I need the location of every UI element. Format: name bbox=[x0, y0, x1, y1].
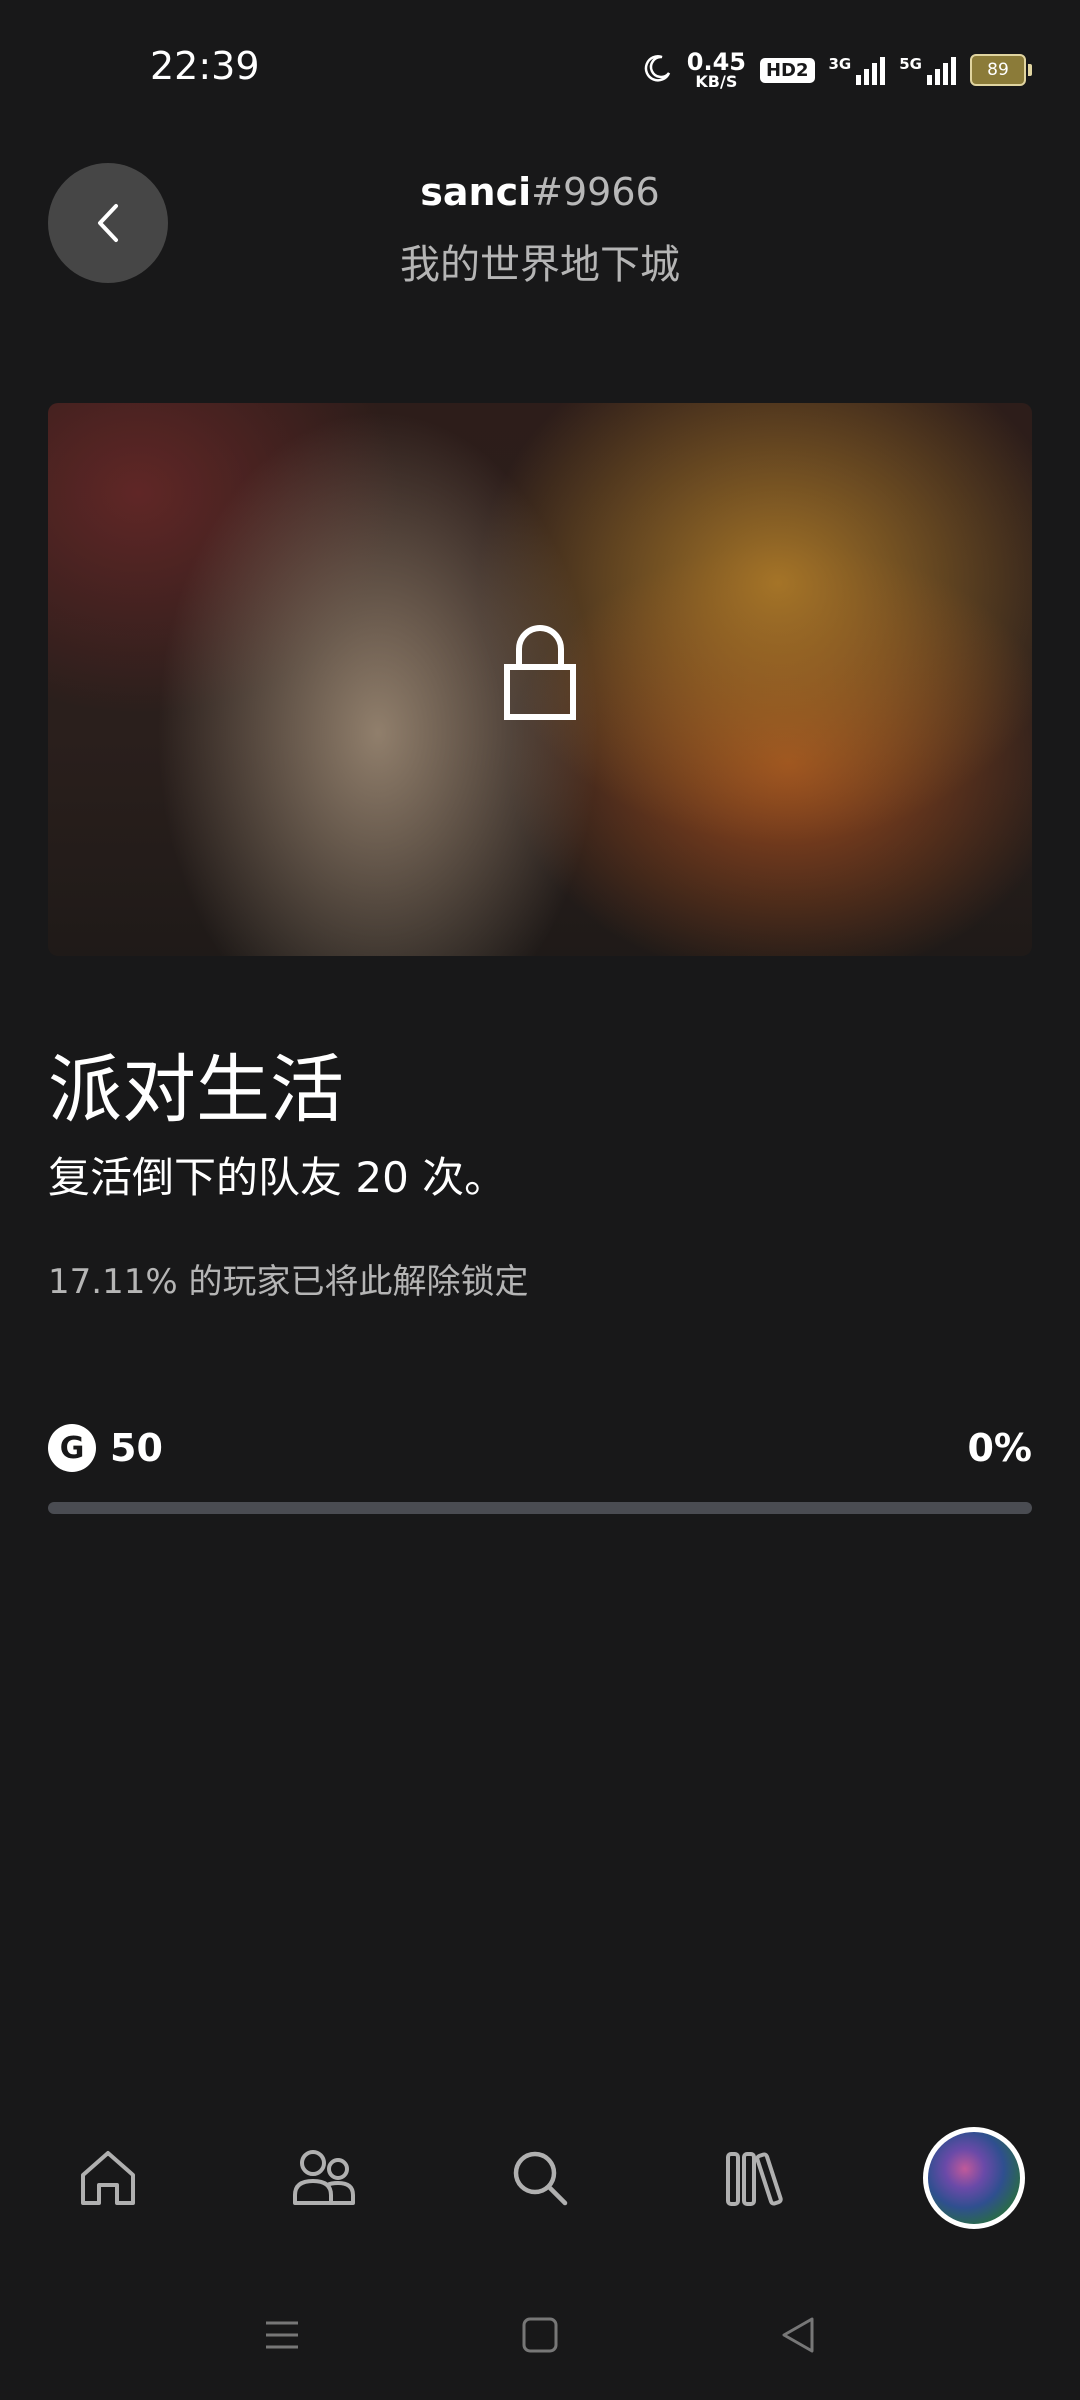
nav-home[interactable] bbox=[38, 2108, 178, 2248]
battery-level: 89 bbox=[970, 54, 1026, 86]
system-nav bbox=[0, 2290, 1080, 2380]
friends-icon bbox=[293, 2150, 355, 2205]
moon-icon bbox=[643, 53, 673, 87]
achievement-image bbox=[48, 403, 1032, 956]
gamerscore-value: 50 bbox=[110, 1426, 163, 1470]
signal-icon-2: 5G bbox=[899, 55, 956, 85]
gamerscore-icon: G bbox=[48, 1424, 96, 1472]
search-icon bbox=[513, 2151, 568, 2206]
library-icon bbox=[726, 2152, 783, 2206]
profile-avatar bbox=[923, 2127, 1025, 2229]
signal-icon: 3G bbox=[829, 55, 886, 85]
nav-library[interactable] bbox=[686, 2108, 826, 2248]
nav-friends[interactable] bbox=[254, 2108, 394, 2248]
battery-icon: 89 bbox=[970, 54, 1032, 86]
hd-badge: HD2 bbox=[759, 57, 815, 83]
bottom-nav bbox=[0, 2108, 1080, 2248]
network-speed-unit: KB/S bbox=[695, 72, 738, 91]
network-speed-value: 0.45 bbox=[686, 48, 746, 76]
home-square-icon[interactable] bbox=[510, 2305, 570, 2365]
progress-percent: 0% bbox=[967, 1426, 1032, 1470]
network-speed: 0.45 KB/S bbox=[687, 50, 746, 90]
status-icons: 0.45 KB/S HD2 3G 5G 89 bbox=[643, 50, 1032, 90]
menu-icon[interactable] bbox=[252, 2305, 312, 2365]
back-triangle-icon[interactable] bbox=[768, 2305, 828, 2365]
game-title: 我的世界地下城 bbox=[400, 242, 680, 288]
username: sanci bbox=[420, 170, 532, 214]
signal1-label: 3G bbox=[828, 55, 852, 73]
progress-bar bbox=[48, 1502, 1032, 1514]
nav-profile[interactable] bbox=[904, 2108, 1044, 2248]
home-icon bbox=[81, 2151, 135, 2205]
page-title: sanci#9966 bbox=[0, 170, 1080, 214]
user-tag: #9966 bbox=[531, 170, 660, 214]
status-time: 22:39 bbox=[150, 44, 260, 88]
achievement-title: 派对生活 bbox=[48, 1047, 344, 1133]
signal2-label: 5G bbox=[899, 55, 922, 73]
unlock-rate: 17.11% 的玩家已将此解除锁定 bbox=[48, 1262, 529, 1302]
achievement-description: 复活倒下的队友 20 次。 bbox=[48, 1153, 507, 1202]
lock-icon bbox=[504, 625, 576, 720]
nav-search[interactable] bbox=[470, 2108, 610, 2248]
